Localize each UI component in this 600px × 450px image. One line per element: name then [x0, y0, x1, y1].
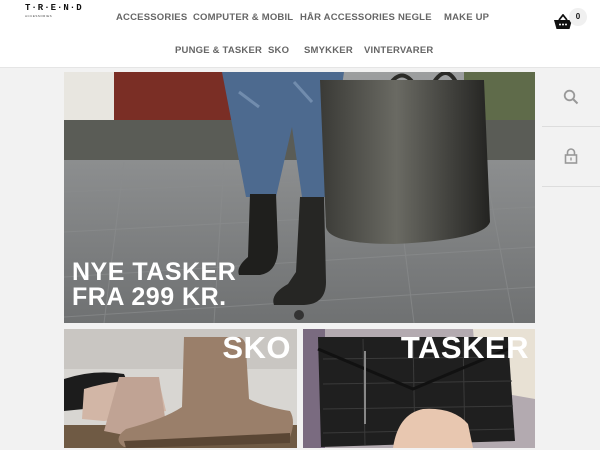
hero-title-line-1: NYE TASKER [72, 258, 237, 286]
lock-icon [564, 148, 578, 164]
site-header: T·R·E·N·D ACCESSORIES ACCESSORIES COMPUT… [0, 0, 600, 68]
nav-item-sko[interactable]: SKO [268, 45, 289, 56]
main-nav-row-1: ACCESSORIES COMPUTER & MOBIL HÅR ACCESSO… [0, 12, 600, 26]
right-sidebar [542, 68, 600, 450]
search-button[interactable] [542, 68, 600, 126]
nav-item-punge-tasker[interactable]: PUNGE & TASKER [175, 45, 262, 56]
search-icon [563, 89, 579, 105]
nav-item-computer-mobil[interactable]: COMPUTER & MOBIL [193, 12, 293, 23]
cart-count-badge: 0 [569, 8, 587, 26]
category-tile-tasker[interactable]: TASKER [303, 329, 535, 448]
nav-item-vintervarer[interactable]: VINTERVARER [364, 45, 433, 56]
main-nav-row-2: PUNGE & TASKER SKO SMYKKER VINTERVARER [0, 45, 600, 59]
login-button[interactable] [542, 127, 600, 185]
nav-item-make-up[interactable]: MAKE UP [444, 12, 489, 23]
tile-title-tasker: TASKER [400, 330, 529, 365]
hero-title: NYE TASKER FRA 299 KR. [72, 260, 236, 310]
sidebar-divider [542, 186, 600, 187]
hero-title-line-2: FRA 299 KR. [72, 283, 227, 311]
nav-item-haar-accessories[interactable]: HÅR ACCESSORIES [300, 12, 395, 23]
hero-slider[interactable]: NYE TASKER FRA 299 KR. [64, 72, 535, 323]
tile-title-sko: SKO [222, 330, 291, 365]
nav-item-accessories[interactable]: ACCESSORIES [116, 12, 187, 23]
cart-button[interactable]: 0 [553, 8, 589, 32]
nav-item-smykker[interactable]: SMYKKER [304, 45, 353, 56]
category-tile-sko[interactable]: SKO [64, 329, 297, 448]
nav-item-negle[interactable]: NEGLE [398, 12, 432, 23]
slider-dot[interactable] [294, 310, 304, 320]
